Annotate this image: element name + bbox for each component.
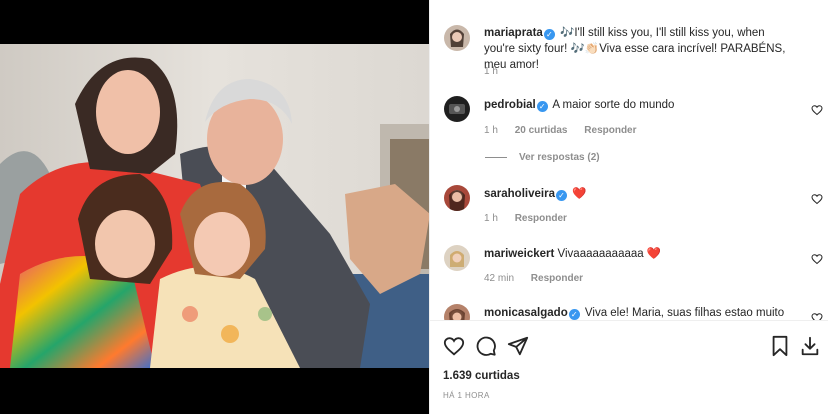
comment-body: A maior sorte do mundo bbox=[552, 99, 675, 111]
heart-icon[interactable] bbox=[443, 335, 465, 357]
reply-button[interactable]: Responder bbox=[584, 125, 636, 136]
comment-item: monicasalgado ✓ Viva ele! Maria, suas fil… bbox=[444, 304, 828, 320]
comment-time: 1 h bbox=[484, 125, 498, 136]
like-comment-heart-icon[interactable] bbox=[811, 312, 823, 320]
view-replies-label: Ver respostas (2) bbox=[519, 152, 600, 163]
view-replies-button[interactable]: Ver respostas (2) bbox=[485, 152, 600, 163]
comments-panel: mariaprata ✓ 🎶I'll still kiss you, I'll s… bbox=[429, 0, 828, 414]
reply-button[interactable]: Responder bbox=[515, 213, 567, 224]
comment-text: monicasalgado ✓ Viva ele! Maria, suas fil… bbox=[484, 305, 793, 320]
avatar[interactable] bbox=[444, 96, 470, 122]
post-actions: 1.639 curtidas HÁ 1 HORA bbox=[430, 320, 828, 414]
action-icons bbox=[443, 335, 821, 359]
comment-meta: 1 h Responder bbox=[484, 213, 581, 224]
caption-time: 1 h bbox=[484, 66, 498, 77]
like-comment-heart-icon[interactable] bbox=[811, 104, 823, 116]
comment-username[interactable]: monicasalgado bbox=[484, 307, 568, 319]
comment-item: saraholiveira ✓ ❤️ 1 h Responder bbox=[444, 185, 828, 229]
post-time: HÁ 1 HORA bbox=[443, 391, 490, 400]
download-icon[interactable] bbox=[799, 335, 821, 357]
post-photo[interactable] bbox=[0, 44, 429, 368]
comment-username[interactable]: mariweickert bbox=[484, 248, 554, 260]
family-photo-image bbox=[0, 44, 429, 368]
comment-username[interactable]: pedrobial bbox=[484, 99, 536, 111]
comment-time: 42 min bbox=[484, 273, 515, 284]
caption-meta: 1 h bbox=[484, 66, 512, 77]
like-comment-heart-icon[interactable] bbox=[811, 193, 823, 205]
avatar[interactable] bbox=[444, 25, 470, 51]
comments-list[interactable]: mariaprata ✓ 🎶I'll still kiss you, I'll s… bbox=[430, 0, 828, 320]
comment-text: mariweickert Vivaaaaaaaaaaa ❤️ bbox=[484, 246, 793, 262]
media-pane bbox=[0, 0, 429, 414]
verified-badge-icon: ✓ bbox=[543, 29, 555, 40]
comment-text: pedrobial ✓ A maior sorte do mundo bbox=[484, 97, 793, 113]
caption-text: mariaprata ✓ 🎶I'll still kiss you, I'll s… bbox=[484, 25, 793, 73]
comment-item: pedrobial ✓ A maior sorte do mundo 1 h 20… bbox=[444, 96, 828, 146]
post-caption: mariaprata ✓ 🎶I'll still kiss you, I'll s… bbox=[444, 25, 828, 83]
verified-badge-icon: ✓ bbox=[536, 101, 548, 112]
verified-badge-icon: ✓ bbox=[555, 190, 567, 201]
avatar[interactable] bbox=[444, 245, 470, 271]
comment-body: Viva ele! Maria, suas filhas estao muito bbox=[584, 307, 785, 319]
comment-body: Vivaaaaaaaaaaa ❤️ bbox=[557, 248, 662, 260]
caption-username[interactable]: mariaprata bbox=[484, 27, 543, 39]
comment-username[interactable]: saraholiveira bbox=[484, 188, 555, 200]
comment-meta: 42 min Responder bbox=[484, 273, 597, 284]
avatar[interactable] bbox=[444, 185, 470, 211]
reply-button[interactable]: Responder bbox=[531, 273, 583, 284]
comment-time: 1 h bbox=[484, 213, 498, 224]
share-icon[interactable] bbox=[507, 335, 529, 357]
comment-meta: 1 h 20 curtidas Responder bbox=[484, 125, 651, 136]
comment-likes[interactable]: 20 curtidas bbox=[515, 125, 568, 136]
likes-count[interactable]: 1.639 curtidas bbox=[443, 370, 520, 382]
replies-divider bbox=[485, 157, 507, 158]
comment-item: mariweickert Vivaaaaaaaaaaa ❤️ 42 min Re… bbox=[444, 245, 828, 289]
avatar[interactable] bbox=[444, 304, 470, 320]
instagram-post-view: mariaprata ✓ 🎶I'll still kiss you, I'll s… bbox=[0, 0, 828, 414]
verified-badge-icon: ✓ bbox=[568, 309, 580, 320]
comment-text: saraholiveira ✓ ❤️ bbox=[484, 186, 793, 202]
like-comment-heart-icon[interactable] bbox=[811, 253, 823, 265]
comment-body: ❤️ bbox=[572, 188, 587, 200]
comment-icon[interactable] bbox=[475, 335, 497, 357]
bookmark-icon[interactable] bbox=[769, 335, 791, 357]
